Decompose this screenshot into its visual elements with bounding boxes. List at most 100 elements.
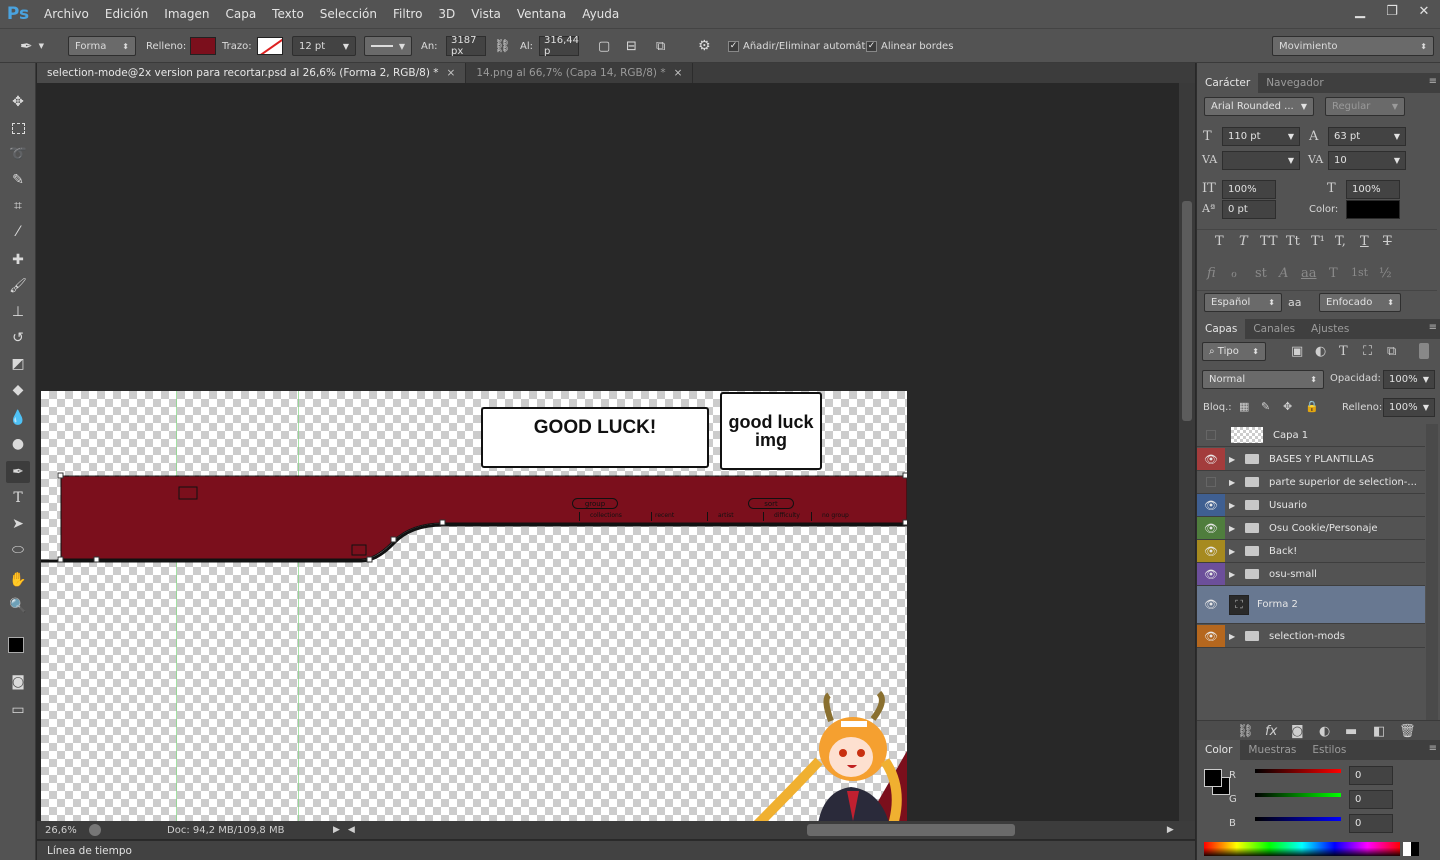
subscript-icon[interactable]: T, — [1335, 234, 1346, 249]
height-field[interactable]: 316,44 p — [539, 35, 579, 57]
layer-row[interactable]: 👁 ▶ BASES Y PLANTILLAS — [1197, 448, 1425, 471]
tab-selection-mode[interactable]: selection-mode@2x version para recortar.… — [37, 63, 467, 83]
healing-brush-tool-icon[interactable]: ✚ — [6, 249, 30, 271]
zoom-level[interactable]: 26,6% — [37, 825, 89, 836]
shape-forma-2[interactable] — [41, 471, 907, 571]
layer-row[interactable]: 👁 ▶ selection-mods — [1197, 625, 1425, 648]
eye-icon[interactable]: 👁 — [1197, 517, 1225, 539]
tab-caracter[interactable]: Carácter — [1197, 73, 1259, 93]
stylistic-alternates-icon[interactable]: aa — [1301, 266, 1317, 281]
hand-tool-icon[interactable]: ✋ — [6, 569, 30, 591]
layer-filter-dropdown[interactable]: ⌕ Tipo ⬍ — [1202, 342, 1266, 361]
layer-row[interactable]: ▶ parte superior de selection-... — [1197, 471, 1425, 494]
menu-vista[interactable]: Vista — [463, 0, 509, 28]
timeline-label[interactable]: Línea de tiempo — [47, 845, 132, 857]
font-size-field[interactable]: 110 pt ▼ — [1222, 127, 1300, 146]
tab-14-png[interactable]: 14.png al 66,7% (Capa 14, RGB/8) * × — [466, 63, 694, 83]
menu-filtro[interactable]: Filtro — [385, 0, 430, 28]
faux-bold-icon[interactable]: T — [1215, 234, 1224, 249]
layer-row[interactable]: 👁 ▶ Osu Cookie/Personaje — [1197, 517, 1425, 540]
foreground-color-swatch[interactable] — [1204, 769, 1222, 787]
mode-dropdown[interactable]: Forma ⬍ — [68, 36, 136, 56]
link-icon[interactable]: ⛓ — [494, 36, 511, 56]
new-group-icon[interactable]: ▬ — [1345, 724, 1357, 739]
stroke-width-field[interactable]: 12 pt ▼ — [292, 36, 356, 56]
eye-icon[interactable]: 👁 — [1197, 594, 1225, 616]
layer-row[interactable]: 👁 ▶ Usuario — [1197, 494, 1425, 517]
pen-tool-icon[interactable]: ✒ — [6, 461, 30, 483]
timeline-panel[interactable]: Línea de tiempo — [37, 840, 1195, 860]
fill-field[interactable]: 100% ▼ — [1383, 398, 1435, 417]
vertical-scrollbar[interactable] — [1179, 83, 1195, 821]
eye-icon[interactable]: 👁 — [1197, 494, 1225, 516]
horizontal-scroll-thumb[interactable] — [806, 824, 1015, 836]
dodge-tool-icon[interactable]: ● — [6, 433, 30, 455]
green-slider[interactable] — [1255, 793, 1341, 797]
all-caps-icon[interactable]: TT — [1260, 234, 1278, 249]
visibility-toggle[interactable] — [1197, 424, 1225, 446]
language-dropdown[interactable]: Español ⬍ — [1204, 293, 1282, 312]
status-menu-arrow-icon[interactable]: ▶ — [333, 825, 340, 835]
fill-swatch[interactable] — [190, 37, 216, 55]
panel-menu-icon[interactable]: ≡ — [1429, 76, 1437, 87]
tab-navegador[interactable]: Navegador — [1258, 73, 1331, 93]
eye-icon[interactable]: 👁 — [1197, 563, 1225, 585]
swash-icon[interactable]: A — [1279, 266, 1288, 281]
menu-seleccion[interactable]: Selección — [312, 0, 385, 28]
panel-menu-icon[interactable]: ≡ — [1429, 322, 1437, 333]
trash-icon[interactable]: 🗑 — [1399, 724, 1416, 739]
auto-add-delete-checkbox[interactable]: ✓ Añadir/Eliminar automát. — [728, 36, 869, 56]
layer-row[interactable]: 👁 ▶ osu-small — [1197, 563, 1425, 586]
history-brush-tool-icon[interactable]: ↺ — [6, 327, 30, 349]
underline-icon[interactable]: T — [1360, 234, 1369, 249]
black-swatch[interactable] — [1411, 842, 1419, 856]
color-spectrum[interactable] — [1204, 842, 1400, 856]
tab-color[interactable]: Color — [1197, 740, 1241, 760]
fractions-icon[interactable]: ½ — [1379, 266, 1392, 281]
lasso-tool-icon[interactable]: ➰ — [6, 143, 30, 165]
ligatures-icon[interactable]: fi — [1207, 266, 1216, 281]
path-selection-tool-icon[interactable]: ➤ — [6, 513, 30, 535]
paint-bucket-tool-icon[interactable]: ◆ — [6, 379, 30, 401]
layers-scrollbar[interactable] — [1426, 424, 1438, 724]
zoom-tool-icon[interactable]: 🔍 — [6, 595, 30, 617]
eyedropper-tool-icon[interactable]: ⁄ — [6, 221, 30, 243]
quick-selection-tool-icon[interactable]: ✎ — [6, 169, 30, 191]
tab-canales[interactable]: Canales — [1245, 319, 1303, 339]
menu-archivo[interactable]: Archivo — [36, 0, 97, 28]
layer-row-selected[interactable]: 👁 ⛶ Forma 2 — [1197, 586, 1425, 624]
foreground-color-swatch[interactable] — [8, 637, 24, 653]
expand-arrow-icon[interactable]: ▶ — [1229, 455, 1241, 464]
filter-shape-icon[interactable]: ⛶ — [1363, 344, 1372, 359]
filter-toggle[interactable] — [1419, 343, 1429, 359]
expand-arrow-icon[interactable]: ▶ — [1229, 478, 1241, 487]
strikethrough-icon[interactable]: T — [1383, 234, 1392, 249]
horizontal-scale-field[interactable]: 100% — [1346, 180, 1400, 199]
restore-button[interactable]: ❐ — [1376, 0, 1408, 22]
leading-field[interactable]: 63 pt ▼ — [1328, 127, 1406, 146]
width-field[interactable]: 3187 px — [446, 35, 486, 57]
lock-transparent-icon[interactable]: ▦ — [1239, 400, 1249, 413]
pen-tool-preset-icon[interactable]: ✒ ▼ — [20, 36, 44, 56]
menu-texto[interactable]: Texto — [264, 0, 312, 28]
discretionary-ligatures-icon[interactable]: st — [1255, 266, 1267, 281]
gear-icon[interactable]: ⚙ — [698, 36, 711, 56]
clone-stamp-tool-icon[interactable]: ⊥ — [6, 301, 30, 323]
close-tab-icon[interactable]: × — [447, 67, 456, 79]
new-layer-icon[interactable]: ◧ — [1373, 724, 1385, 739]
opacity-field[interactable]: 100% ▼ — [1383, 370, 1435, 389]
old-style-icon[interactable]: ℴ — [1231, 266, 1237, 281]
eye-icon[interactable]: 👁 — [1197, 540, 1225, 562]
screen-mode-icon[interactable]: ▭ — [6, 699, 30, 721]
filter-smart-object-icon[interactable]: ⧉ — [1387, 344, 1396, 359]
red-slider[interactable] — [1255, 769, 1341, 773]
eraser-tool-icon[interactable]: ◩ — [6, 353, 30, 375]
blue-field[interactable]: 0 — [1349, 814, 1393, 833]
canvas-area[interactable]: GOOD LUCK! good luck img group sort coll… — [37, 83, 1179, 821]
baseline-shift-field[interactable]: 0 pt — [1222, 200, 1276, 219]
brush-tool-icon[interactable]: 🖌 — [6, 275, 30, 297]
expand-arrow-icon[interactable]: ▶ — [1229, 547, 1241, 556]
blue-slider[interactable] — [1255, 817, 1341, 821]
document-canvas[interactable]: GOOD LUCK! good luck img group sort coll… — [41, 391, 907, 821]
antialias-dropdown[interactable]: Enfocado ⬍ — [1319, 293, 1401, 312]
